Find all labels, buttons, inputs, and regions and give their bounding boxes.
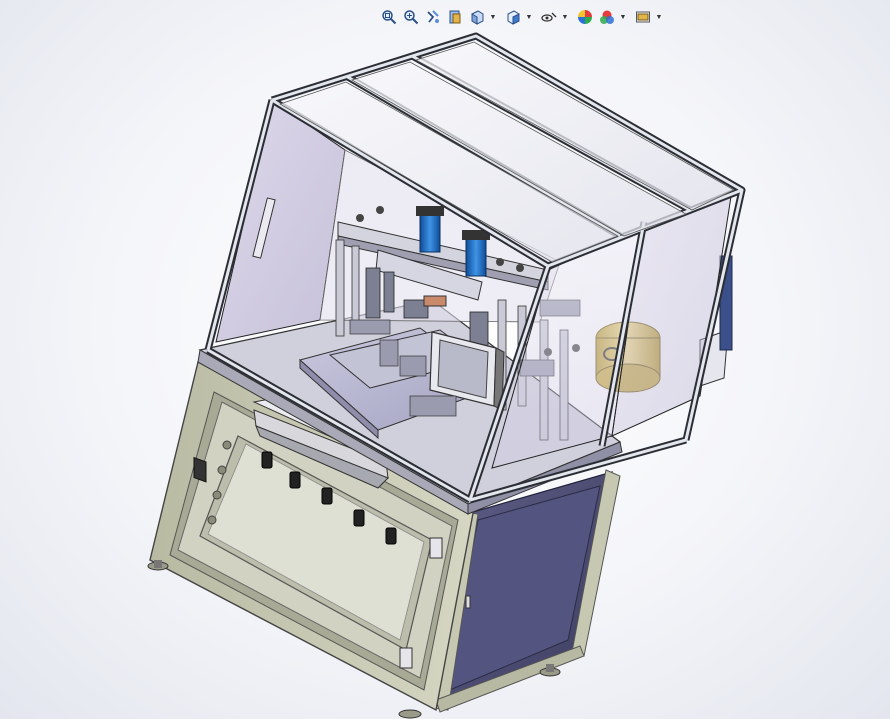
graphics-area[interactable] (0, 0, 890, 719)
